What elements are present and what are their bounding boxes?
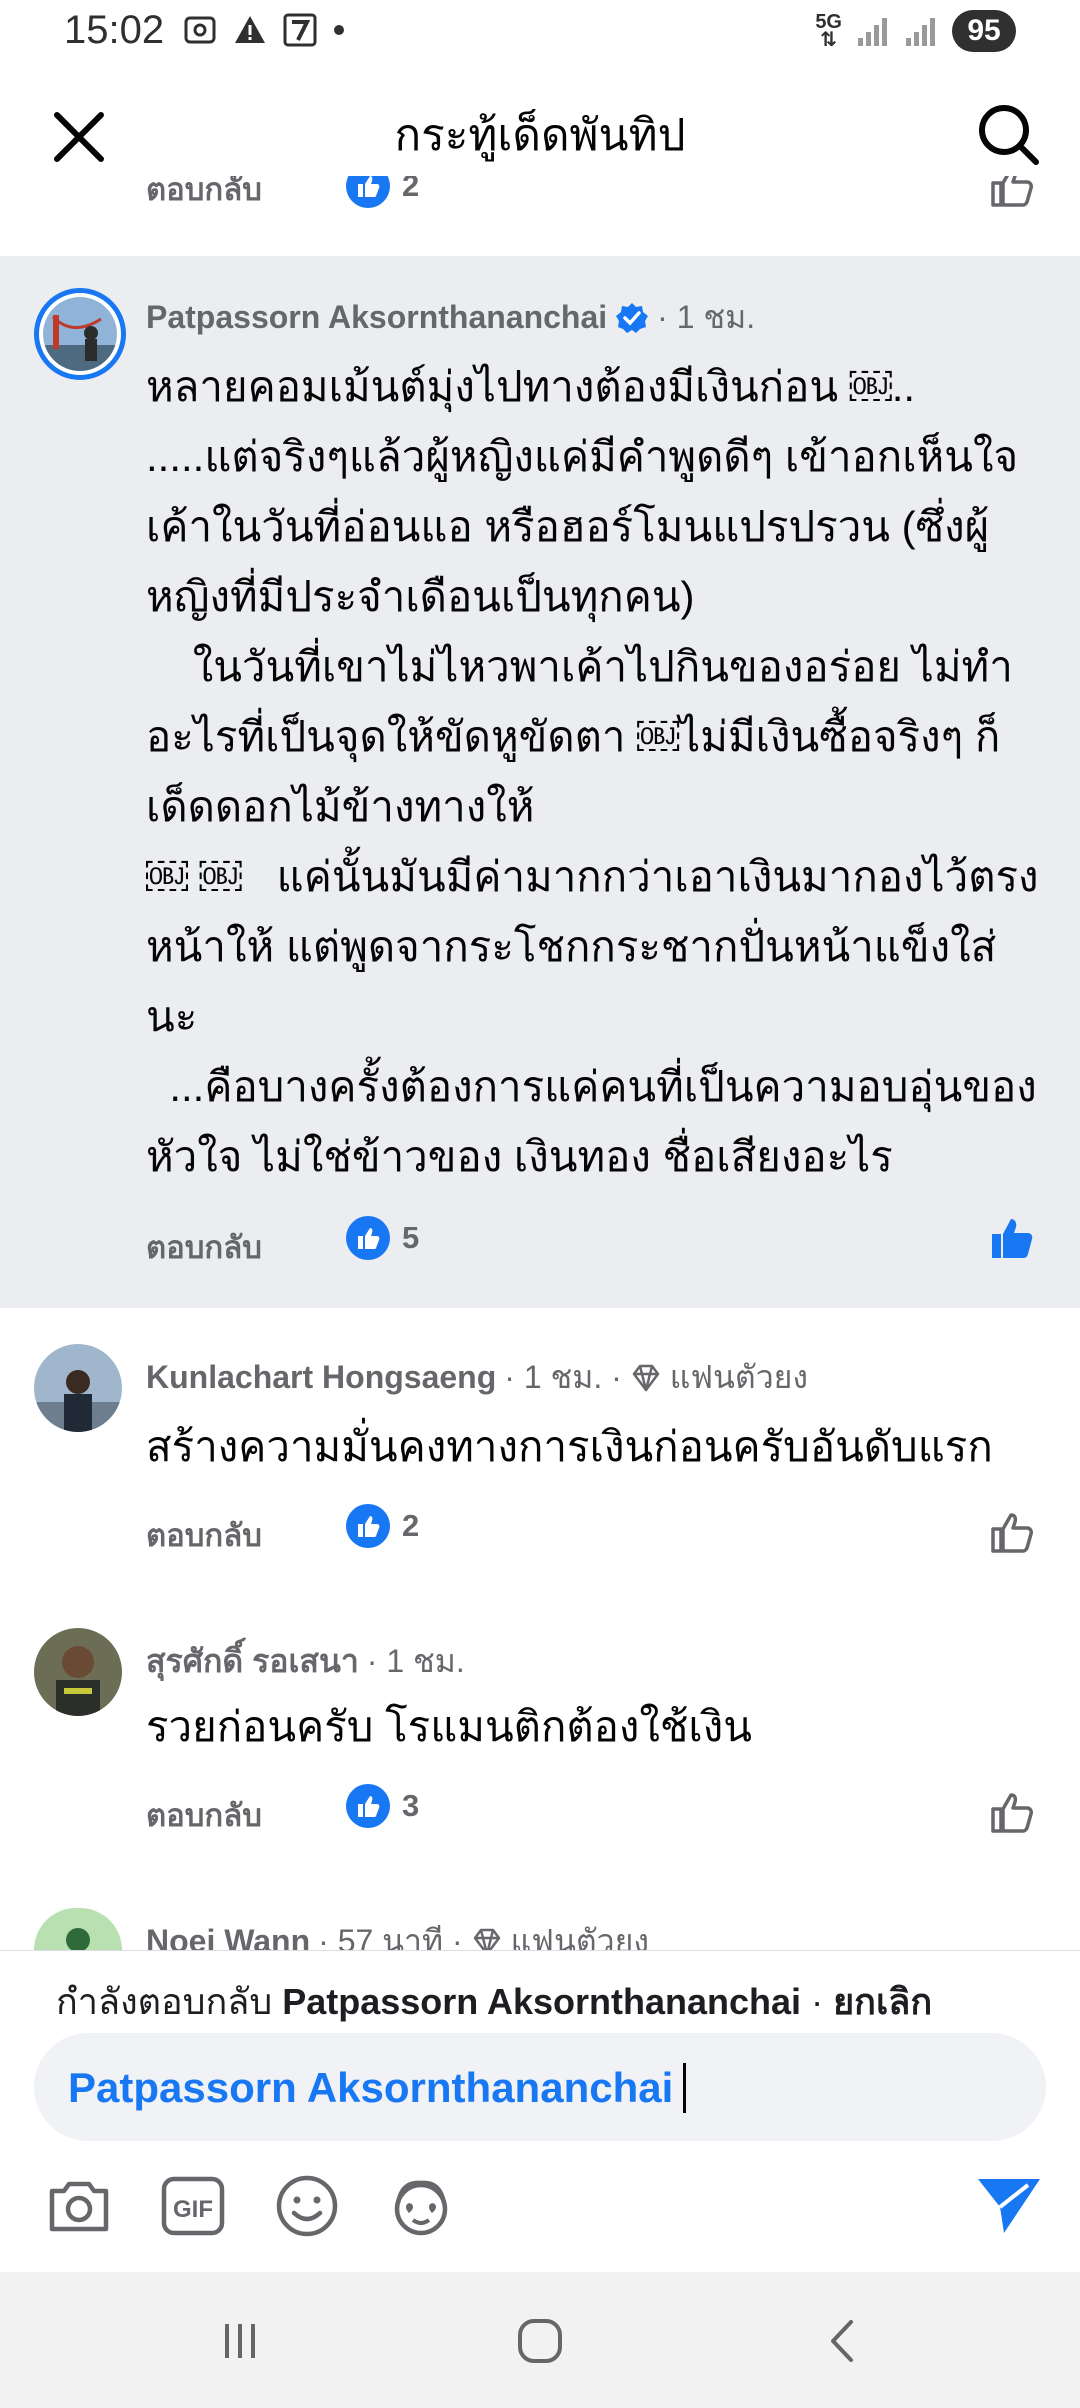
screenshot-icon [184, 16, 216, 44]
diamond-icon [632, 1364, 659, 1391]
highlighted-comment: Patpassorn Aksornthananchai · 1 ชม. หลาย… [0, 256, 1080, 1308]
author-name[interactable]: สุรศักดิ์ รอเสนา [146, 1636, 359, 1687]
comment-input[interactable]: Patpassorn Aksornthananchai [34, 2033, 1046, 2141]
input-value: Patpassorn Aksornthananchai [68, 2063, 687, 2113]
cancel-separator: · [811, 1981, 824, 2022]
back-icon [831, 2320, 853, 2362]
send-icon [978, 2179, 1040, 2233]
author-name[interactable]: Patpassorn Aksornthananchai [146, 299, 607, 336]
comment-meta: Patpassorn Aksornthananchai · 1 ชม. [146, 292, 755, 343]
network-type: 5G [815, 11, 842, 33]
svg-text:GIF: GIF [173, 2196, 213, 2223]
avatar-sticker-icon [394, 2180, 448, 2236]
avatar[interactable] [34, 1344, 122, 1432]
avatar-photo [34, 1344, 122, 1432]
warning-icon [235, 16, 265, 43]
home-icon [518, 2319, 562, 2363]
avatar-photo [43, 297, 117, 371]
signal-icon [858, 18, 887, 46]
reply-link[interactable]: ตอบกลับ [146, 1222, 262, 1272]
like-count: 2 [346, 176, 419, 208]
reply-composer: กำลังตอบกลับ Patpassorn Aksornthananchai… [0, 1950, 1080, 2270]
avatar[interactable] [34, 1908, 122, 1950]
like-bubble-icon [346, 1216, 390, 1260]
signal-icon-2 [906, 18, 935, 46]
comment-meta: สุรศักดิ์ รอเสนา · 1 ชม. [146, 1636, 465, 1687]
text-caret [683, 2063, 687, 2113]
like-number: 2 [402, 176, 420, 203]
like-button-active[interactable] [982, 1208, 1042, 1268]
like-count: 3 [346, 1784, 419, 1828]
thumbs-up-filled-icon [992, 1219, 1033, 1258]
comment-body: สร้างความมั่นคงทางการเงินก่อนครับอันดับแ… [146, 1423, 993, 1470]
like-number: 2 [402, 1508, 420, 1543]
cancel-reply-button[interactable]: ยกเลิก [833, 1981, 932, 2022]
status-time: 15:02 [64, 8, 165, 52]
like-count: 5 [346, 1216, 419, 1260]
back-button[interactable] [804, 2306, 884, 2376]
camera-icon [49, 2181, 109, 2232]
recent-apps-icon [225, 2324, 255, 2358]
search-button[interactable] [968, 94, 1050, 176]
reply-link[interactable]: ตอบกลับ [146, 1510, 262, 1560]
camera-button[interactable] [44, 2171, 114, 2241]
like-button[interactable] [982, 176, 1042, 216]
previous-comment-actions: ตอบกลับ 2 [0, 176, 1080, 256]
thumbs-up-outline-icon [991, 1793, 1033, 1833]
search-icon [979, 105, 1039, 165]
comment-time: · 1 ชม. [657, 299, 756, 335]
recent-apps-button[interactable] [200, 2306, 280, 2376]
notification-icons [182, 12, 346, 48]
like-number: 3 [402, 1788, 420, 1823]
like-button[interactable] [982, 1782, 1042, 1842]
comment-time: · 1 ชม. · [504, 1359, 622, 1395]
gif-icon: GIF [161, 2176, 225, 2236]
avatar-photo [34, 1628, 122, 1716]
avatar[interactable] [34, 1628, 122, 1716]
seven-eleven-icon [283, 13, 317, 47]
thumbs-up-outline-icon [991, 1513, 1033, 1553]
fan-badge: แฟนตัวยง [669, 1359, 809, 1395]
like-count: 2 [346, 1504, 419, 1548]
replying-to-name: Patpassorn Aksornthananchai [282, 1981, 802, 2022]
like-bubble-icon [346, 176, 390, 208]
avatar-photo [34, 1908, 122, 1950]
like-bubble-icon [346, 1504, 390, 1548]
avatar-sticker-button[interactable] [386, 2171, 456, 2241]
comment-body: รวยก่อนครับ โรแมนติกต้องใช้เงิน [146, 1703, 752, 1750]
app-header: กระทู้เด็ดพันทิป [0, 66, 1080, 186]
comment-time: · 1 ชม. [366, 1643, 465, 1679]
system-nav-bar [0, 2272, 1080, 2408]
network-label: 5G ⇅ [815, 11, 842, 51]
battery-indicator: 95 [952, 10, 1016, 52]
replying-prefix: กำลังตอบกลับ [56, 1981, 273, 2022]
dot-icon [334, 25, 344, 35]
reply-link[interactable]: ตอบกลับ [146, 176, 262, 214]
gif-button[interactable]: GIF [158, 2171, 228, 2241]
system-icons: 5G ⇅ 95 [815, 10, 1016, 52]
home-button[interactable] [500, 2306, 580, 2376]
replying-to-bar: กำลังตอบกลับ Patpassorn Aksornthananchai… [56, 1973, 932, 2030]
emoji-button[interactable] [272, 2171, 342, 2241]
author-name[interactable]: Kunlachart Hongsaeng [146, 1359, 496, 1396]
reply-link[interactable]: ตอบกลับ [146, 1790, 262, 1840]
send-button[interactable] [974, 2171, 1044, 2241]
comment-body: หลายคอมเม้นต์มุ่งไปทางต้องมีเงินก่อน ￼..… [146, 363, 1039, 1180]
mention-tag: Patpassorn Aksornthananchai [68, 2064, 674, 2111]
avatar[interactable] [34, 288, 126, 380]
like-bubble-icon [346, 1784, 390, 1828]
verified-badge-icon [616, 302, 649, 333]
emoji-icon [276, 2175, 338, 2237]
thumbs-up-outline-icon [991, 176, 1033, 207]
like-button[interactable] [982, 1502, 1042, 1562]
like-number: 5 [402, 1220, 420, 1255]
status-bar: 15:02 5G ⇅ 95 [0, 0, 1080, 66]
comment-meta: Kunlachart Hongsaeng · 1 ชม. · แฟนตัวยง [146, 1352, 808, 1403]
page-title: กระทู้เด็ดพันทิป [394, 111, 686, 160]
